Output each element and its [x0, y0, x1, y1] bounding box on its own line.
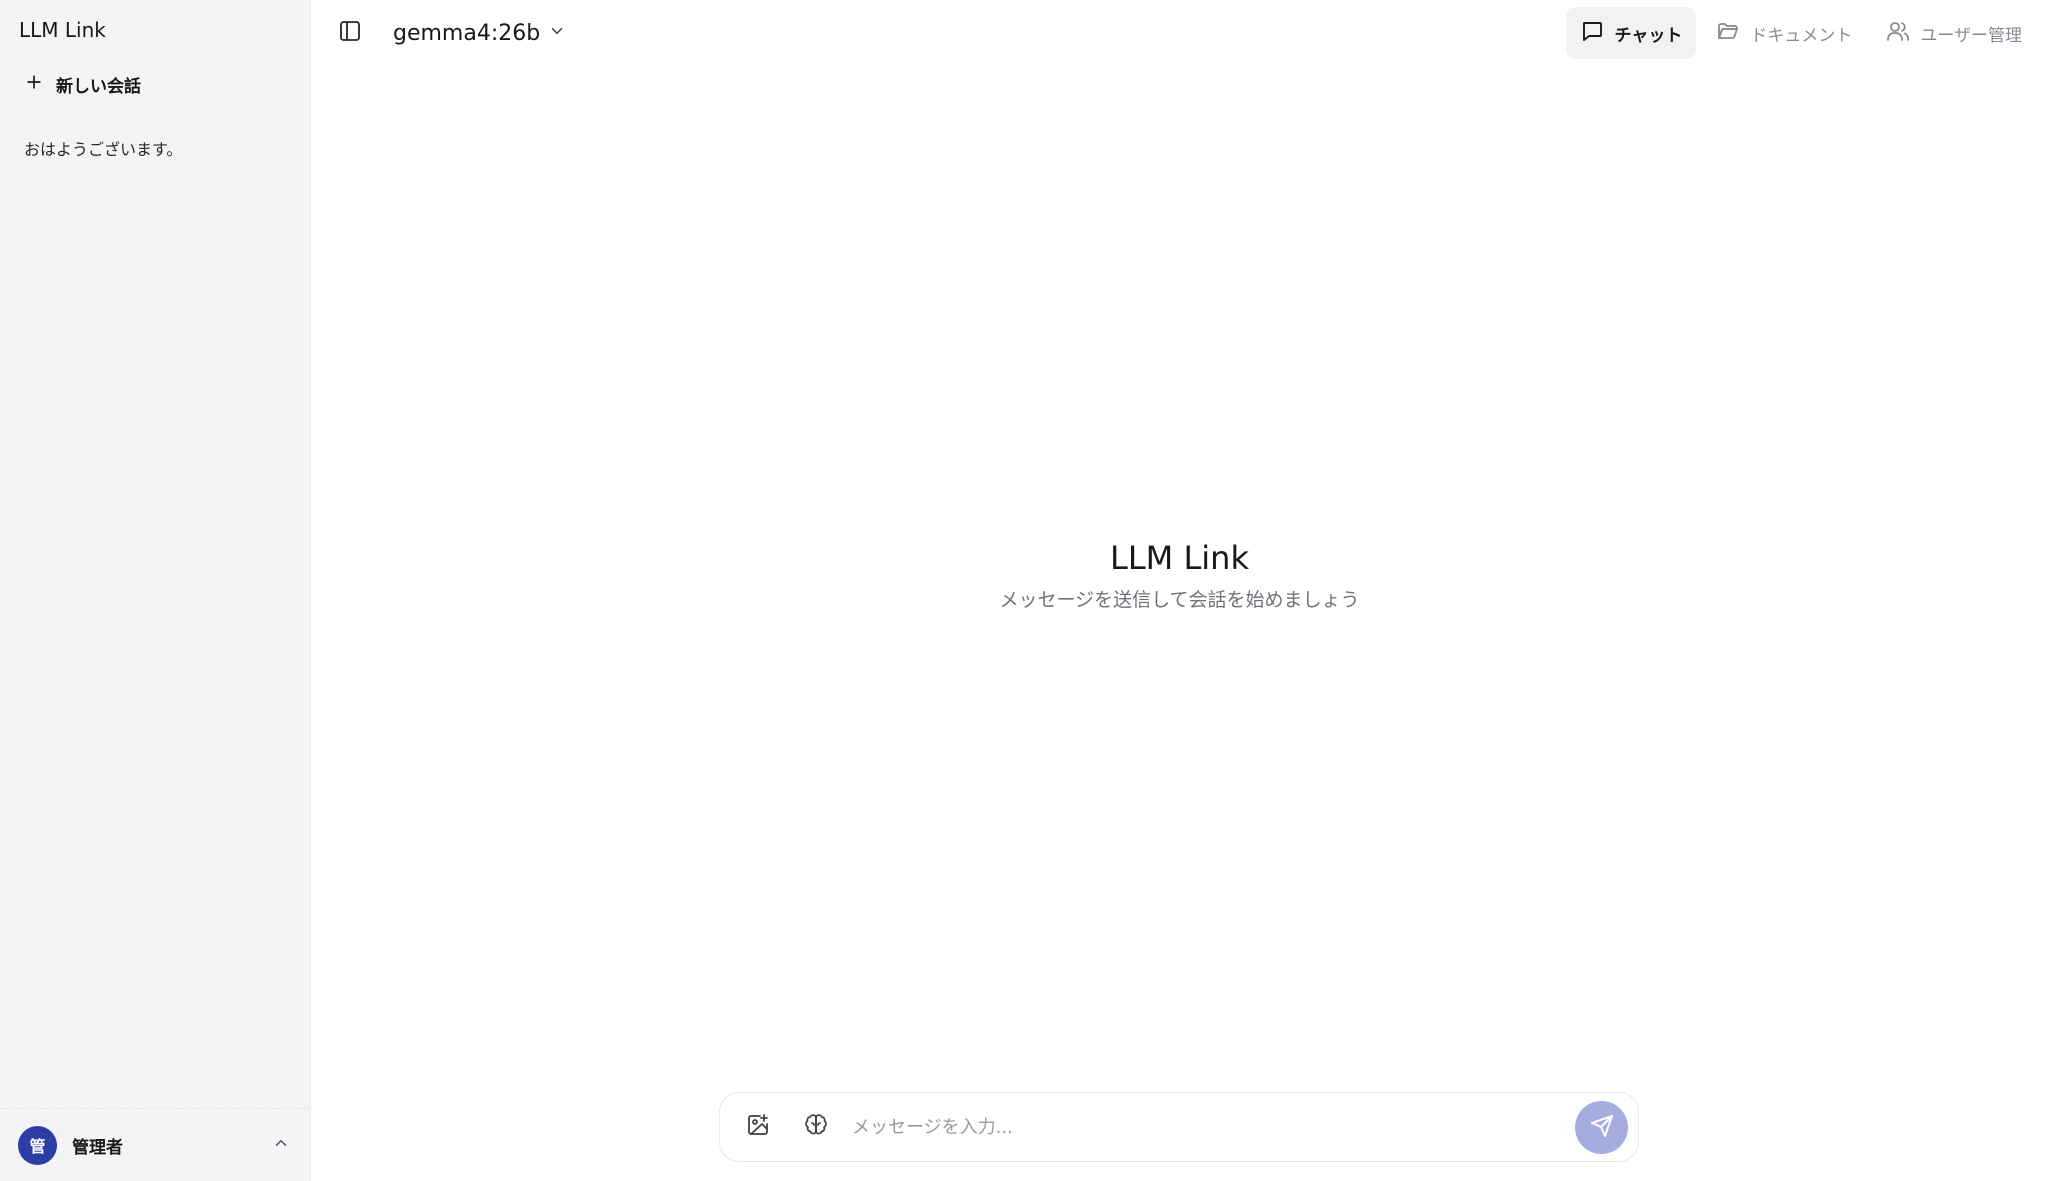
conversation-item[interactable]: おはようございます。	[12, 130, 299, 166]
new-chat-label: 新しい会話	[56, 76, 141, 97]
nav-documents-label: ドキュメント	[1750, 25, 1853, 46]
avatar: 管	[18, 1125, 57, 1165]
users-icon	[1886, 19, 1910, 48]
nav-chat[interactable]: チャット	[1566, 7, 1697, 59]
sidebar: LLM Link 新しい会話 おはようございます。 管 管理者	[0, 0, 311, 1181]
chevron-down-icon	[548, 21, 566, 46]
nav-user-management-label: ユーザー管理	[1920, 25, 2022, 46]
send-icon	[1590, 1114, 1614, 1141]
chat-icon	[1580, 19, 1604, 48]
conversation-list: おはようございます。	[12, 130, 299, 166]
empty-state-subtitle: メッセージを送信して会話を始めましょう	[999, 589, 1360, 611]
chevron-up-icon	[272, 1134, 290, 1156]
brain-icon	[804, 1113, 828, 1141]
thinking-mode-button[interactable]	[798, 1109, 834, 1145]
app-title: LLM Link	[19, 18, 106, 42]
new-chat-button[interactable]: 新しい会話	[16, 66, 149, 102]
nav-user-management[interactable]: ユーザー管理	[1872, 7, 2036, 59]
nav-chat-label: チャット	[1614, 25, 1683, 46]
folder-icon	[1716, 19, 1740, 48]
conversation-title: おはようございます。	[24, 140, 183, 159]
top-bar: gemma4:26b チャット ドキュメント ユーザー管理	[311, 0, 2048, 66]
empty-state-title: LLM Link	[1110, 539, 1249, 577]
user-menu[interactable]: 管 管理者	[0, 1108, 310, 1181]
nav-documents[interactable]: ドキュメント	[1702, 7, 1866, 59]
plus-icon	[24, 72, 44, 97]
main-panel: gemma4:26b チャット ドキュメント ユーザー管理 LLM Link メ…	[311, 0, 2048, 1181]
model-selector[interactable]: gemma4:26b	[393, 16, 566, 50]
main-nav: チャット ドキュメント ユーザー管理	[1566, 7, 2036, 59]
empty-state: LLM Link メッセージを送信して会話を始めましょう	[311, 533, 2048, 614]
message-composer	[719, 1092, 1639, 1162]
message-input[interactable]	[852, 1107, 1575, 1147]
model-name: gemma4:26b	[393, 20, 541, 46]
send-button[interactable]	[1575, 1100, 1628, 1154]
user-name: 管理者	[72, 1137, 123, 1158]
attach-image-button[interactable]	[740, 1109, 776, 1145]
sidebar-toggle-button[interactable]	[334, 17, 366, 49]
image-plus-icon	[746, 1113, 770, 1141]
app-window: LLM Link 新しい会話 おはようございます。 管 管理者 gemma4:2…	[0, 0, 2048, 1181]
panel-left-icon	[338, 19, 362, 47]
